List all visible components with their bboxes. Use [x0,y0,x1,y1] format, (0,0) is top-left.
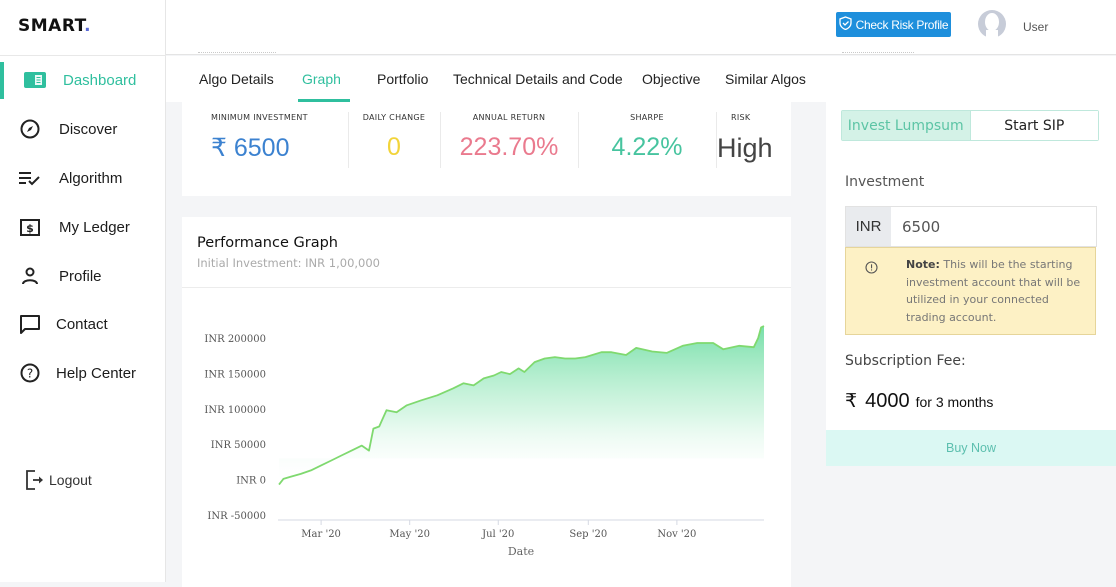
brand-name: SMART [18,16,85,36]
sidebar-item-label: Dashboard [63,71,137,89]
dashboard-icon [24,69,46,91]
performance-graph-card: Performance Graph Initial Investment: IN… [182,217,791,587]
y-tick-label: INR 100000 [204,405,266,416]
faded-text-placeholder [198,52,276,55]
user-name[interactable]: User [1023,20,1048,34]
top-bar [166,0,1116,55]
investment-amount-input[interactable] [891,207,1096,246]
stat-label: SHARPE [630,113,664,122]
tab-algo-details[interactable]: Algo Details [199,71,274,87]
stat-risk: RISK High [716,102,791,196]
invest-mode-toggle: Invest Lumpsum Start SIP [841,110,1099,141]
stat-label: MINIMUM INVESTMENT [211,113,308,122]
stat-sharpe: SHARPE 4.22% [578,102,716,196]
brand-dot: . [84,16,92,36]
check-risk-profile-label: Check Risk Profile [855,17,949,32]
stats-card: MINIMUM INVESTMENT ₹ 6500 DAILY CHANGE 0… [182,102,791,196]
investment-input-group: INR [845,206,1097,247]
tab-portfolio[interactable]: Portfolio [377,71,428,87]
rupee-icon: ₹ [845,391,858,412]
ledger-dollar-icon: $ [19,216,41,238]
sidebar-item-label: Discover [59,120,118,138]
y-tick-label: INR -50000 [207,511,266,522]
note-label: Note: [906,258,940,271]
stat-label: DAILY CHANGE [362,113,426,122]
y-tick-label: INR 0 [236,476,266,487]
y-tick-label: INR 200000 [204,334,266,345]
tab-technical-details[interactable]: Technical Details and Code [453,71,623,87]
x-tick-label: May '20 [389,529,430,540]
x-tick-label: Mar '20 [301,529,341,540]
stat-minimum-investment: MINIMUM INVESTMENT ₹ 6500 [182,102,330,196]
currency-prefix: INR [846,207,891,246]
sidebar-item-help-center[interactable]: ? Help Center [0,353,166,393]
fee-amount: 4000 [865,390,910,412]
sidebar-item-my-ledger[interactable]: $ My Ledger [0,207,166,247]
stat-value: High [717,133,773,163]
sidebar: SMART. Dashboard Discover Algorithm $ My… [0,0,166,582]
logout-icon [24,469,46,491]
y-tick-label: INR 150000 [204,369,266,380]
subscription-fee-label: Subscription Fee: [845,353,966,369]
sidebar-item-label: Help Center [56,364,137,382]
info-circle-icon [865,261,878,274]
list-check-icon [19,167,41,189]
subscription-fee: ₹ 4000 for 3 months [845,390,993,413]
user-icon [19,265,41,287]
x-tick-label: Sep '20 [569,529,607,540]
buy-now-button[interactable]: Buy Now [826,430,1116,466]
tab-similar-algos[interactable]: Similar Algos [725,71,806,87]
brand-logo[interactable]: SMART. [18,16,91,36]
faded-text-placeholder [842,52,914,55]
sidebar-item-label: Contact [56,315,108,333]
logo-divider [0,55,166,56]
stat-daily-change: DAILY CHANGE 0 [348,102,440,196]
svg-text:?: ? [27,367,33,381]
note-text: Note: This will be the starting investme… [906,256,1086,326]
sidebar-item-algorithm[interactable]: Algorithm [0,158,166,198]
svg-text:$: $ [26,222,34,235]
check-risk-profile-button[interactable]: Check Risk Profile [836,12,951,37]
stat-label: RISK [731,113,751,122]
chart-area-fill [279,326,764,485]
invest-panel: Invest Lumpsum Start SIP Investment INR … [826,102,1116,466]
logout-button[interactable]: Logout [0,460,166,500]
help-circle-icon: ? [19,362,41,384]
y-tick-label: INR 50000 [211,440,266,451]
sidebar-item-dashboard[interactable]: Dashboard [0,60,166,100]
start-sip-button[interactable]: Start SIP [970,111,1098,140]
sidebar-item-label: My Ledger [59,218,130,236]
compass-icon [19,118,41,140]
invest-lumpsum-button[interactable]: Invest Lumpsum [842,111,971,140]
logout-label: Logout [49,472,92,488]
tab-graph[interactable]: Graph [302,71,341,87]
tab-objective[interactable]: Objective [642,71,700,87]
sidebar-item-profile[interactable]: Profile [0,256,166,296]
note-box: Note: This will be the starting investme… [845,247,1096,335]
shield-check-icon [839,16,852,33]
avatar[interactable] [977,10,1007,40]
sidebar-item-label: Algorithm [59,169,123,187]
stat-value: ₹ 6500 [211,134,290,162]
stat-label: ANNUAL RETURN [472,113,546,122]
stat-value: 0 [387,133,401,161]
fee-period: for 3 months [915,394,994,410]
chat-icon [19,313,41,335]
investment-label: Investment [845,174,925,190]
performance-chart[interactable]: INR -50000 INR 0 INR 50000 INR 100000 INR 15… [182,217,791,587]
stat-value: 223.70% [459,133,559,161]
stat-annual-return: ANNUAL RETURN 223.70% [440,102,578,196]
stat-value: 4.22% [611,133,683,161]
x-tick-label: Nov '20 [657,529,696,540]
sidebar-item-discover[interactable]: Discover [0,109,166,149]
sidebar-item-contact[interactable]: Contact [0,304,166,344]
sidebar-item-label: Profile [59,267,102,285]
x-axis-label: Date [508,545,534,558]
x-tick-label: Jul '20 [481,529,514,540]
